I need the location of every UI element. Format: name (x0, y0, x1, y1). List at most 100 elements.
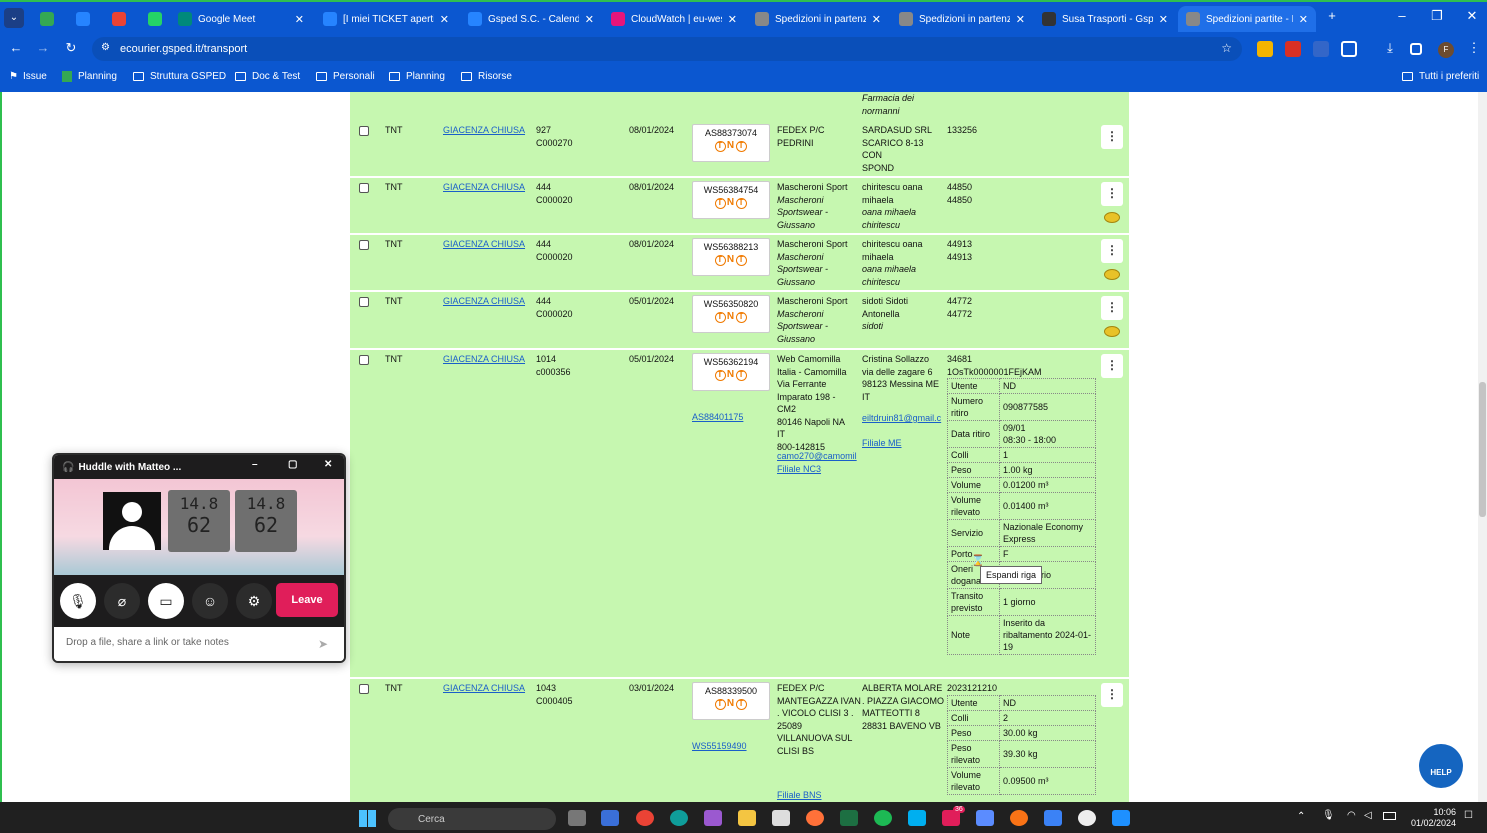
app-icon[interactable] (1078, 810, 1096, 826)
receiver-email-link[interactable]: eiltdruin81@gmail.c (862, 412, 941, 425)
browser-tab[interactable]: Spedizioni in partenz ✕ (747, 6, 889, 32)
extension-icon[interactable] (1313, 41, 1329, 57)
row-checkbox[interactable] (359, 126, 369, 136)
firefox-icon[interactable] (806, 810, 824, 826)
bookmark-folder-planning[interactable]: Planning (389, 71, 445, 82)
side-panel-icon[interactable] (1410, 43, 1422, 55)
status-link[interactable]: GIACENZA CHIUSA (443, 682, 525, 695)
site-info-icon[interactable]: ⚙ (101, 42, 110, 53)
close-tab-icon[interactable]: ✕ (1159, 13, 1168, 26)
browser-tab[interactable]: Susa Trasporti - Gspe ✕ (1034, 6, 1176, 32)
notes-input[interactable]: Drop a file, share a link or take notes (54, 627, 344, 661)
back-icon[interactable]: ← (6, 40, 26, 55)
row-actions-menu-icon[interactable]: ⋮ (1101, 296, 1123, 320)
app-icon[interactable] (976, 810, 994, 826)
close-tab-icon[interactable]: ✕ (1299, 13, 1308, 26)
extension-icon[interactable] (1257, 41, 1273, 57)
tray-chevron-icon[interactable]: ⌃ (1297, 811, 1305, 822)
app-icon[interactable] (601, 810, 619, 826)
battery-icon[interactable] (1383, 812, 1396, 820)
row-checkbox[interactable] (359, 183, 369, 193)
app-icon[interactable] (704, 810, 722, 826)
row-actions-menu-icon[interactable]: ⋮ (1101, 182, 1123, 206)
browser-tab[interactable]: [I miei TICKET aperti] ✕ (315, 6, 457, 32)
huddle-close-button[interactable]: ✕ (324, 459, 332, 470)
system-clock[interactable]: 10:06 01/02/2024 (1400, 807, 1456, 829)
notifications-icon[interactable]: ☐ (1464, 810, 1473, 821)
close-tab-icon[interactable]: ✕ (872, 13, 881, 26)
scrollbar-thumb[interactable] (1479, 382, 1486, 517)
status-link[interactable]: GIACENZA CHIUSA (443, 353, 525, 366)
browser-tab[interactable]: Spedizioni in partenz ✕ (891, 6, 1033, 32)
app-icon[interactable] (1044, 810, 1062, 826)
browser-tab[interactable] (104, 6, 132, 32)
spotify-icon[interactable] (874, 810, 892, 826)
cash-on-delivery-icon[interactable] (1104, 326, 1120, 337)
tracking-box[interactable]: WS56384754 T N T (692, 181, 770, 219)
browser-tab[interactable] (32, 6, 60, 32)
microphone-button[interactable]: 🎙 (60, 583, 96, 619)
sender-branch-link[interactable]: Filiale NC3 (777, 463, 821, 476)
app-icon[interactable] (1112, 810, 1130, 826)
huddle-window[interactable]: 🎧 Huddle with Matteo ... – ▢ ✕ 14.8 62 1… (52, 453, 346, 663)
row-checkbox[interactable] (359, 684, 369, 694)
huddle-minimize-button[interactable]: – (252, 459, 258, 470)
row-actions-menu-icon[interactable]: ⋮ (1101, 125, 1123, 149)
tracking-box[interactable]: WS56362194 T N T (692, 353, 770, 391)
close-tab-icon[interactable]: ✕ (1016, 13, 1025, 26)
bookmark-folder-risorse[interactable]: Risorse (461, 71, 512, 82)
row-checkbox[interactable] (359, 355, 369, 365)
row-checkbox[interactable] (359, 240, 369, 250)
status-link[interactable]: GIACENZA CHIUSA (443, 124, 525, 137)
reload-icon[interactable]: ↻ (61, 40, 81, 56)
screen-share-button[interactable]: ▭ (148, 583, 184, 619)
settings-button[interactable]: ⚙ (236, 583, 272, 619)
browser-tab[interactable]: Spedizioni partite - E ✕ (1178, 6, 1316, 32)
close-tab-icon[interactable]: ✕ (585, 13, 594, 26)
microphone-tray-icon[interactable]: 🎙 (1322, 810, 1335, 821)
row-checkbox[interactable] (359, 297, 369, 307)
app-icon[interactable] (772, 810, 790, 826)
close-tab-icon[interactable]: ✕ (440, 13, 449, 26)
sender-email-link[interactable]: camo270@camomil (777, 450, 857, 463)
camera-off-button[interactable]: ⌀ (104, 583, 140, 619)
browser-tab[interactable] (68, 6, 96, 32)
tracking-box[interactable]: WS56388213 T N T (692, 238, 770, 276)
new-tab-button[interactable]: + (1317, 8, 1347, 23)
chrome-icon[interactable] (636, 810, 654, 826)
task-view-icon[interactable] (568, 810, 586, 826)
tracking-box[interactable]: AS88339500 T N T (692, 682, 770, 720)
browser-tab[interactable]: Gsped S.C. - Calenda ✕ (460, 6, 602, 32)
page-scrollbar[interactable] (1478, 92, 1487, 802)
huddle-header[interactable]: 🎧 Huddle with Matteo ... – ▢ ✕ (54, 455, 344, 479)
related-tracking-link[interactable]: WS55159490 (692, 740, 747, 753)
close-tab-icon[interactable]: ✕ (728, 13, 737, 26)
row-actions-menu-icon[interactable]: ⋮ (1101, 354, 1123, 378)
download-icon[interactable]: ⤓ (1380, 40, 1400, 56)
restore-button[interactable]: ❐ (1422, 8, 1452, 24)
bookmark-issue[interactable]: ⚑ Issue (9, 71, 47, 82)
status-link[interactable]: GIACENZA CHIUSA (443, 295, 525, 308)
all-bookmarks-folder[interactable]: Tutti i preferiti (1402, 71, 1479, 82)
skype-icon[interactable] (908, 810, 926, 826)
huddle-maximize-button[interactable]: ▢ (288, 459, 297, 470)
profile-avatar[interactable]: F (1438, 42, 1454, 58)
leave-button[interactable]: Leave (276, 583, 338, 617)
browser-tab[interactable] (140, 6, 168, 32)
related-tracking-link[interactable]: AS88401175 (692, 411, 743, 424)
tracking-box[interactable]: AS88373074 T N T (692, 124, 770, 162)
close-window-button[interactable]: ✕ (1457, 8, 1487, 24)
star-icon[interactable]: ☆ (1221, 41, 1232, 55)
tab-search-button[interactable]: ⌄ (4, 8, 24, 28)
status-link[interactable]: GIACENZA CHIUSA (443, 181, 525, 194)
tracking-box[interactable]: WS56350820 T N T (692, 295, 770, 333)
bookmark-folder-struttura[interactable]: Struttura GSPED (133, 71, 226, 82)
bookmark-planning[interactable]: Planning (62, 71, 117, 82)
file-explorer-icon[interactable] (738, 810, 756, 826)
wifi-icon[interactable]: ◠ (1347, 810, 1356, 821)
row-actions-menu-icon[interactable]: ⋮ (1101, 239, 1123, 263)
extensions-puzzle-icon[interactable] (1341, 41, 1357, 57)
address-bar[interactable]: ⚙ ecourier.gsped.it/transport ☆ (92, 37, 1242, 61)
close-tab-icon[interactable]: ✕ (295, 13, 304, 26)
bookmark-folder-doc-test[interactable]: Doc & Test (235, 71, 300, 82)
